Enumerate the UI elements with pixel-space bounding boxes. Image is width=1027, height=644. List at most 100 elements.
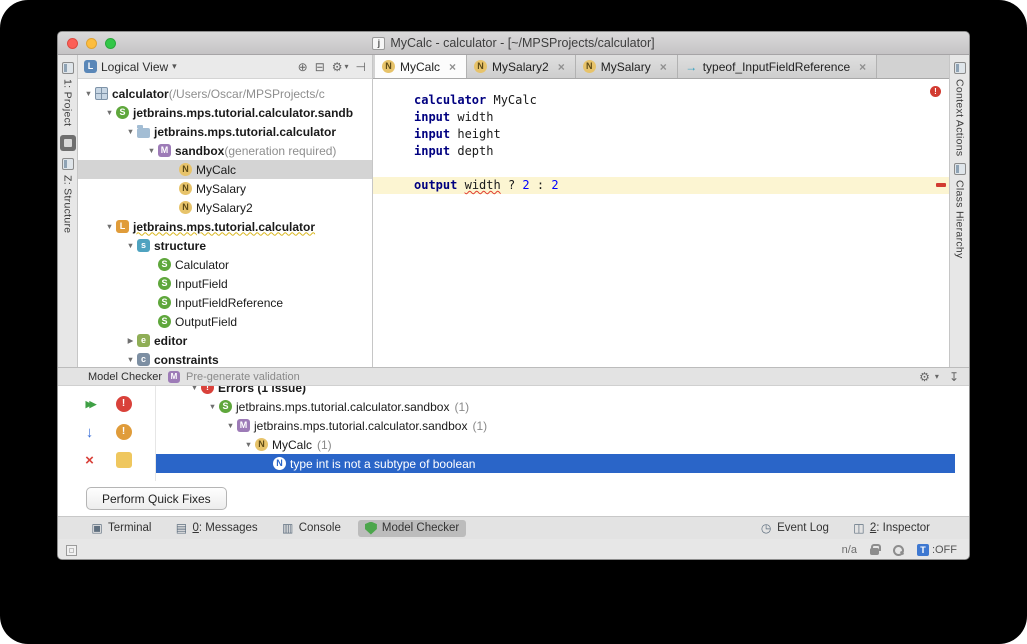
- code-line[interactable]: calculator MyCalc: [373, 92, 949, 109]
- project-tree-row[interactable]: ▼ Sjetbrains.mps.tutorial.calculator.sand…: [78, 103, 372, 122]
- editor-tab-mysalary2[interactable]: N MySalary2 ×: [467, 55, 576, 78]
- collapse-arrow-icon[interactable]: ▼: [145, 146, 158, 155]
- folder-icon: [137, 124, 150, 138]
- error-stripe-mark[interactable]: [936, 183, 946, 187]
- magnifier-icon[interactable]: [892, 544, 904, 556]
- model-checker-tree-row[interactable]: ▼ N MyCalc (1): [156, 435, 955, 454]
- tab-close-icon[interactable]: ×: [555, 60, 568, 73]
- collapse-arrow-icon[interactable]: ▼: [82, 89, 95, 98]
- tab-label: MySalary: [600, 59, 651, 74]
- code-line[interactable]: [373, 160, 949, 177]
- collapse-arrow-icon[interactable]: ▼: [124, 355, 137, 364]
- close-window-button[interactable]: [67, 38, 78, 49]
- caret-position-indicator[interactable]: n/a: [842, 544, 857, 556]
- project-tree-row[interactable]: N MySalary2: [78, 198, 372, 217]
- toolwindow-button-messages[interactable]: ▤ 0: Messages: [168, 520, 264, 537]
- project-tree-row[interactable]: ▼ calculator (/Users/Oscar/MPSProjects/c: [78, 84, 372, 103]
- perform-quick-fixes-button[interactable]: Perform Quick Fixes: [86, 487, 227, 510]
- project-tree-row[interactable]: N MySalary: [78, 179, 372, 198]
- project-tree: ▼ calculator (/Users/Oscar/MPSProjects/c ▼…: [78, 79, 372, 367]
- lock-icon[interactable]: [869, 544, 881, 555]
- collapse-arrow-icon[interactable]: ▼: [124, 241, 137, 250]
- project-tree-row[interactable]: S OutputField: [78, 312, 372, 331]
- info-icon: [115, 452, 132, 468]
- export-icon[interactable]: ↧: [949, 371, 959, 383]
- collapse-all-icon[interactable]: ⊟: [315, 61, 325, 73]
- rerun-icon: ▶▶: [85, 398, 97, 409]
- toolwindow-tab-class-hierarchy[interactable]: Class Hierarchy: [953, 163, 966, 260]
- errors-filter-button[interactable]: !: [113, 396, 135, 412]
- tab-close-icon[interactable]: ×: [657, 60, 670, 73]
- code-line[interactable]: output width ? 2 : 2: [373, 177, 949, 194]
- tab-close-icon[interactable]: ×: [446, 60, 459, 73]
- model-checker-tree-row[interactable]: ▼! Errors (1 issue): [156, 386, 955, 397]
- settings-gear-icon[interactable]: ⚙: [919, 371, 930, 383]
- project-tree-row[interactable]: ▶ e editor: [78, 331, 372, 350]
- toolwindow-tab-label: Class Hierarchy: [953, 180, 966, 260]
- toolwindow-tab-project[interactable]: 1: Project: [61, 62, 74, 126]
- toolwindow-button-terminal[interactable]: ▣ Terminal: [84, 520, 158, 537]
- code-line[interactable]: input width: [373, 109, 949, 126]
- collapse-arrow-icon[interactable]: ▼: [103, 108, 116, 117]
- tree-item-label: jetbrains.mps.tutorial.calculator: [133, 219, 316, 234]
- error-indicator-icon[interactable]: !: [930, 86, 941, 97]
- toolwindow-tab-label: Z: Structure: [61, 175, 74, 234]
- window-titlebar[interactable]: j MyCalc - calculator - [~/MPSProjects/c…: [58, 32, 969, 55]
- expand-arrow-icon[interactable]: ▶: [124, 336, 137, 345]
- collapse-arrow-icon[interactable]: ▼: [124, 127, 137, 136]
- collapse-arrow-icon[interactable]: ▼: [103, 222, 116, 231]
- typesystem-toggle[interactable]: T :OFF: [916, 544, 957, 556]
- next-issue-button[interactable]: ↓: [79, 424, 101, 440]
- clear-button[interactable]: ×: [79, 452, 101, 468]
- code-line[interactable]: input height: [373, 126, 949, 143]
- active-toolwindow-button[interactable]: [59, 135, 76, 152]
- tab-close-icon[interactable]: ×: [856, 60, 869, 73]
- code-line[interactable]: input depth: [373, 143, 949, 160]
- code-token: ?: [500, 178, 523, 192]
- toolwindow-button-inspector[interactable]: ◫ 2: Inspector: [846, 520, 937, 537]
- model-checker-header[interactable]: Model Checker M Pre-generate validation …: [58, 367, 969, 386]
- code-token: calculator: [414, 93, 487, 107]
- project-toolwindow-icon: [61, 62, 74, 74]
- resize-grip-icon[interactable]: [66, 544, 77, 556]
- warnings-filter-button[interactable]: !: [113, 424, 135, 440]
- model-checker-tree-row[interactable]: ▼ Mjetbrains.mps.tutorial.calculator.sand…: [156, 416, 955, 435]
- toolwindow-tab-context-actions[interactable]: Context Actions: [953, 62, 966, 156]
- collapse-arrow-icon[interactable]: ▼: [188, 386, 201, 392]
- collapse-arrow-icon[interactable]: ▼: [242, 440, 255, 449]
- toolwindow-button-console[interactable]: ▥ Console: [275, 520, 348, 537]
- project-tree-row[interactable]: S InputField: [78, 274, 372, 293]
- locate-file-icon[interactable]: ⊕: [298, 61, 308, 73]
- project-tree-row[interactable]: ▼ Ljetbrains.mps.tutorial.calculator: [78, 217, 372, 236]
- project-tree-row[interactable]: S Calculator: [78, 255, 372, 274]
- project-tree-row[interactable]: ▼ jetbrains.mps.tutorial.calculator: [78, 122, 372, 141]
- project-tree-row[interactable]: ▼ c constraints: [78, 350, 372, 367]
- rerun-button[interactable]: ▶▶: [79, 396, 101, 412]
- editor-tab-mysalary[interactable]: N MySalary ×: [575, 55, 678, 78]
- toolwindow-button-model-checker[interactable]: Model Checker: [357, 519, 467, 537]
- zoom-window-button[interactable]: [105, 38, 116, 49]
- sort-down-icon: ↓: [85, 423, 94, 441]
- collapse-arrow-icon[interactable]: ▼: [224, 421, 237, 430]
- model-checker-tree: ▼! Errors (1 issue) ▼ Sjetbrains.mps.tutori…: [156, 386, 955, 481]
- project-tree-row[interactable]: N MyCalc: [78, 160, 372, 179]
- minimize-window-button[interactable]: [86, 38, 97, 49]
- view-selector[interactable]: Logical View: [101, 60, 168, 74]
- editor-tab-typeof-inputfieldreference[interactable]: → typeof_InputFieldReference ×: [677, 55, 878, 78]
- code-editor[interactable]: ! calculator MyCalc input width input heig…: [373, 79, 949, 367]
- collapse-arrow-icon[interactable]: ▼: [206, 402, 219, 411]
- toolwindow-button-event-log[interactable]: ◷ Event Log: [753, 520, 836, 537]
- editor-tab-mycalc[interactable]: N MyCalc ×: [375, 55, 468, 78]
- code-token: 2: [522, 178, 530, 192]
- editor-area: N MyCalc × N MySalary2 × N MySalary × → typeof_Inp…: [373, 55, 949, 367]
- toolwindow-tab-structure[interactable]: Z: Structure: [61, 158, 74, 234]
- project-tree-row[interactable]: S InputFieldReference: [78, 293, 372, 312]
- window-controls: [67, 38, 116, 49]
- settings-gear-icon[interactable]: ⚙: [332, 61, 343, 73]
- info-filter-button[interactable]: [113, 452, 135, 468]
- model-checker-tree-row[interactable]: ▼ Sjetbrains.mps.tutorial.calculator.sand…: [156, 397, 955, 416]
- project-tree-row[interactable]: ▼ Msandbox (generation required): [78, 141, 372, 160]
- hide-panel-icon[interactable]: ⊣: [356, 61, 366, 73]
- project-tree-row[interactable]: ▼ s structure: [78, 236, 372, 255]
- model-checker-tree-row[interactable]: Ntype int is not a subtype of boolean: [156, 454, 955, 473]
